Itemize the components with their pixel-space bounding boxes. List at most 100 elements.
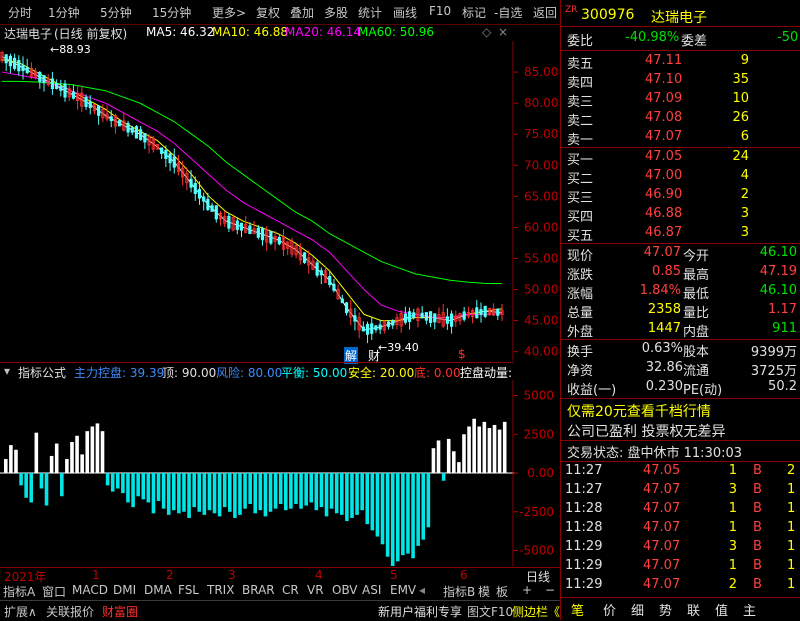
tab-15min[interactable]: 15分钟: [152, 4, 191, 21]
tab-cr[interactable]: CR: [282, 583, 299, 597]
tab-template[interactable]: 模: [478, 583, 490, 600]
candle-body: [134, 126, 139, 139]
stat-value: 2358: [647, 302, 681, 317]
panel-tab[interactable]: 价: [603, 600, 616, 619]
back-button[interactable]: 返回: [533, 4, 557, 21]
indicator-chart[interactable]: [0, 380, 514, 568]
tab-indicator-a[interactable]: 指标A: [3, 583, 35, 600]
indicator-bar: [90, 426, 95, 473]
stat-label: 涨幅: [567, 287, 594, 302]
tab-obv[interactable]: OBV: [332, 583, 358, 597]
overlay-button[interactable]: 叠加: [290, 4, 314, 21]
tab-scroll-left[interactable]: ◂: [419, 583, 425, 597]
tick-count: 1: [787, 501, 796, 516]
indicator-top-value: 顶: 90.00: [162, 366, 217, 380]
tab-5min[interactable]: 5分钟: [100, 4, 132, 21]
indicator-tabs: 指标A 窗口 MACD DMI DMA FSL TRIX BRAR CR VR …: [0, 582, 560, 600]
stat-label: 内盘: [683, 325, 710, 340]
sell-row: 卖五 47.11 9: [561, 53, 800, 72]
related-quote-button[interactable]: 关联报价: [46, 603, 94, 620]
tab-brar[interactable]: BRAR: [242, 583, 275, 597]
tab-dmi[interactable]: DMI: [113, 583, 136, 597]
stat-value: 46.10: [759, 245, 797, 260]
tab-macd[interactable]: MACD: [72, 583, 108, 597]
tick-volume: 1: [728, 501, 737, 516]
draw-line-button[interactable]: 画线: [393, 4, 417, 21]
candle-body: [344, 302, 349, 314]
watchlist-button[interactable]: -自选: [494, 4, 522, 21]
candle-body: [424, 312, 428, 321]
panel-tab[interactable]: 笔: [571, 600, 584, 619]
order-price: 46.87: [645, 225, 683, 240]
indicator-bar: [416, 473, 420, 546]
tab-trix[interactable]: TRIX: [207, 583, 234, 597]
order-ratio-row: 委比 -40.98% 委差 -50: [561, 30, 800, 49]
tab-asi[interactable]: ASI: [362, 583, 381, 597]
tab-1min[interactable]: 1分钟: [48, 4, 80, 21]
tab-indicator-b[interactable]: 指标B: [443, 583, 475, 600]
candle-body: [235, 220, 239, 230]
tick-count: 1: [787, 482, 796, 497]
panel-tab[interactable]: 联: [687, 600, 700, 619]
promo-text[interactable]: 仅需20元查看千档行情: [567, 401, 711, 421]
fund-row: 换手 0.63% 股本 9399万: [561, 341, 800, 360]
diamond-icon[interactable]: ◇: [482, 25, 491, 39]
indicator-bar: [329, 473, 334, 509]
stat-value: 46.10: [759, 283, 797, 298]
dollar-marker[interactable]: $: [458, 347, 466, 361]
indicator-bar: [421, 473, 426, 540]
zoom-in-button[interactable]: +: [522, 583, 532, 597]
new-user-promo[interactable]: 新用户福利专享: [378, 603, 462, 620]
sidebar-toggle[interactable]: 侧边栏《: [512, 603, 560, 620]
indicator-control-label: 控盘动量:: [460, 366, 513, 380]
tick-volume: 1: [728, 558, 737, 573]
panel-tab[interactable]: 值: [715, 600, 728, 619]
indicator-axis-label: -5000: [519, 544, 554, 558]
indicator-bar: [177, 473, 181, 514]
indicator-axis-label: -2500: [519, 505, 554, 519]
stats-button[interactable]: 统计: [358, 4, 382, 21]
candle-body: [277, 236, 281, 245]
mark-button[interactable]: 标记: [462, 4, 486, 21]
adjust-button[interactable]: 复权: [256, 4, 280, 21]
tab-emv[interactable]: EMV: [390, 583, 416, 597]
sell-row: 卖四 47.10 35: [561, 72, 800, 91]
panel-tab[interactable]: 势: [659, 600, 672, 619]
indicator-menu-icon[interactable]: ▾: [4, 364, 10, 378]
panel-tab[interactable]: 主: [743, 600, 756, 619]
stat-row: 外盘 1447 内盘 911: [561, 321, 800, 340]
multi-stock-button[interactable]: 多股: [324, 4, 348, 21]
ma-line-ma5: [1, 56, 503, 331]
kline-chart[interactable]: ←88.93 ←39.40 解 财 $: [0, 41, 514, 364]
candle-body: [206, 198, 210, 210]
close-icon[interactable]: ×: [498, 25, 508, 39]
f10-graphic-button[interactable]: 图文F10: [467, 603, 513, 620]
indicator-axis-label: 0.00: [527, 466, 554, 480]
panel-tab[interactable]: 细: [631, 600, 644, 619]
zoom-out-button[interactable]: −: [545, 583, 555, 597]
tab-dma[interactable]: DMA: [144, 583, 172, 597]
indicator-formula-label[interactable]: 指标公式: [18, 364, 66, 381]
f10-button[interactable]: F10: [429, 4, 451, 18]
tab-intraday[interactable]: 分时: [8, 4, 32, 21]
more-menu[interactable]: 更多>: [212, 4, 246, 21]
candle-body: [130, 127, 134, 133]
candle-body: [126, 123, 130, 133]
indicator-bar: [187, 473, 191, 518]
period-label[interactable]: (日线 前复权): [54, 25, 127, 42]
promo-row[interactable]: 仅需20元查看千档行情: [561, 401, 800, 420]
candle-body: [189, 178, 193, 188]
expand-button[interactable]: 扩展∧: [4, 603, 37, 620]
fund-row: 收益(一) 0.230 PE(动) 50.2: [561, 379, 800, 398]
fund-value: 3725万: [750, 364, 797, 379]
date-tick: 1: [92, 568, 100, 582]
tab-window[interactable]: 窗口: [42, 583, 66, 600]
wealth-circle-button[interactable]: 财富圈: [102, 603, 138, 620]
tab-vr[interactable]: VR: [307, 583, 324, 597]
tab-board[interactable]: 板: [496, 583, 508, 600]
tab-fsl[interactable]: FSL: [178, 583, 199, 597]
candle-body: [239, 222, 244, 231]
indicator-bar: [360, 473, 364, 511]
stat-value: 1.84%: [639, 283, 681, 298]
price-axis-label: 70.00: [524, 158, 558, 172]
